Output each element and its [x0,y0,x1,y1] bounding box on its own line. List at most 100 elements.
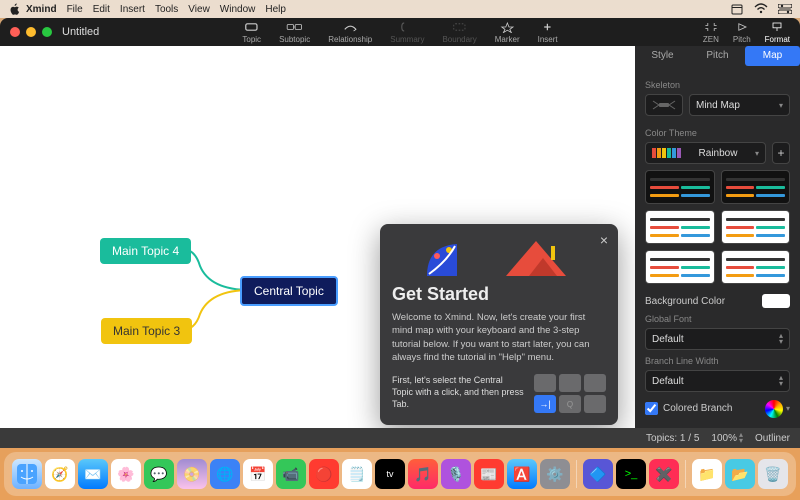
theme-preset[interactable] [645,210,715,244]
traffic-lights [10,27,52,37]
node-central-topic[interactable]: Central Topic [240,276,338,306]
label-global-font: Global Font [645,314,790,324]
status-outliner-button[interactable]: Outliner [755,433,790,444]
dock-trash-icon[interactable]: 🗑️ [758,459,788,489]
toolbar-format[interactable]: Format [765,21,790,44]
background-color-swatch[interactable] [762,294,790,308]
global-font-select[interactable]: Default▴▾ [645,328,790,350]
dock-tv-icon[interactable]: tv [375,459,405,489]
window-minimize-button[interactable] [26,27,36,37]
label-branch-line-width: Branch Line Width [645,356,790,366]
add-theme-button[interactable]: + [772,142,790,164]
color-theme-select[interactable]: Rainbow▾ [645,142,766,164]
toolbar-relationship[interactable]: Relationship [328,21,372,44]
stepper-arrows-icon: ▴▾ [779,333,783,345]
menubar-file[interactable]: File [67,4,83,15]
menubar-app-name[interactable]: Xmind [26,4,57,15]
dock-app-icon[interactable]: 🧭 [45,459,75,489]
theme-preset[interactable] [645,250,715,284]
window-titlebar: Untitled Topic Subtopic Relationship Sum… [0,18,800,46]
tab-map[interactable]: Map [745,46,800,66]
key-blank [584,395,606,413]
panel-tabs: Style Pitch Map [635,46,800,66]
dock-app-icon[interactable]: 🗒️ [342,459,372,489]
skeleton-thumbnail[interactable] [645,94,683,116]
theme-preset[interactable] [721,170,791,204]
dock-app-icon[interactable]: 🔷 [583,459,613,489]
dock-facetime-icon[interactable]: 📹 [276,459,306,489]
popup-title: Get Started [392,284,606,305]
menubar-insert[interactable]: Insert [120,4,145,15]
key-blank: Q [559,395,581,413]
toolbar-summary: Summary [390,21,424,44]
theme-preset[interactable] [645,170,715,204]
stepper-arrows-icon: ▴▾ [779,375,783,387]
toolbar-right-group: ZEN Pitch Format [703,21,790,44]
menubar-date-icon[interactable] [730,2,744,16]
format-panel: Style Pitch Map Skeleton Mind Map▾ Color… [635,46,800,428]
dock-calendar-icon[interactable]: 📅 [243,459,273,489]
dock-news-icon[interactable]: 📰 [474,459,504,489]
dock-terminal-icon[interactable]: >_ [616,459,646,489]
popup-step-text: First, let's select the Central Topic wi… [392,374,526,410]
dock-app-icon[interactable]: 📀 [177,459,207,489]
stepper-arrows-icon: ▴▾ [739,432,743,444]
dock-folder-icon[interactable]: 📁 [692,459,722,489]
status-zoom[interactable]: 100%▴▾ [711,432,743,444]
macos-menubar: Xmind File Edit Insert Tools View Window… [0,0,800,18]
apple-logo-icon[interactable] [8,3,20,15]
dock-app-icon[interactable]: 🔴 [309,459,339,489]
tab-style[interactable]: Style [635,46,690,66]
key-blank [534,374,556,392]
colored-branch-checkbox[interactable]: Colored Branch [645,402,732,415]
tab-pitch[interactable]: Pitch [690,46,745,66]
toolbar-pitch[interactable]: Pitch [733,21,751,44]
menubar-window[interactable]: Window [220,4,256,15]
dock-finder-icon[interactable] [12,459,42,489]
status-topics-count: Topics: 1 / 5 [646,433,699,444]
menubar-help[interactable]: Help [265,4,286,15]
toolbar-marker[interactable]: Marker [495,21,520,44]
toolbar-boundary: Boundary [442,21,476,44]
branch-width-select[interactable]: Default▴▾ [645,370,790,392]
dock-music-icon[interactable]: 🎵 [408,459,438,489]
theme-preset[interactable] [721,250,791,284]
theme-preset[interactable] [721,210,791,244]
dock-settings-icon[interactable]: ⚙️ [540,459,570,489]
dock-folder-icon[interactable]: 📂 [725,459,755,489]
label-background-color: Background Color [645,296,725,307]
toolbar-insert[interactable]: Insert [538,21,558,44]
workarea: Central Topic Main Topic 4 Main Topic 3 … [0,46,800,428]
label-color-theme: Color Theme [645,128,790,138]
window-zoom-button[interactable] [42,27,52,37]
dock-chrome-icon[interactable]: 🌐 [210,459,240,489]
branch-color-picker[interactable] [765,400,783,418]
window-close-button[interactable] [10,27,20,37]
node-main-topic-3[interactable]: Main Topic 3 [101,318,192,344]
menubar-edit[interactable]: Edit [93,4,110,15]
menubar-view[interactable]: View [188,4,210,15]
toolbar-topic[interactable]: Topic [242,21,261,44]
toolbar-zen[interactable]: ZEN [703,21,719,44]
dock-photos-icon[interactable]: 🌸 [111,459,141,489]
document-title: Untitled [62,26,99,38]
dock-xmind-icon[interactable]: ✖️ [649,459,679,489]
app-window: Untitled Topic Subtopic Relationship Sum… [0,18,800,448]
toolbar-subtopic[interactable]: Subtopic [279,21,310,44]
macos-dock: 🧭 ✉️ 🌸 💬 📀 🌐 📅 📹 🔴 🗒️ tv 🎵 🎙️ 📰 🅰️ ⚙️ 🔷 … [4,452,796,496]
chevron-down-icon: ▾ [779,101,783,110]
dock-mail-icon[interactable]: ✉️ [78,459,108,489]
dock-appstore-icon[interactable]: 🅰️ [507,459,537,489]
menubar-control-center-icon[interactable] [778,2,792,16]
menubar-tools[interactable]: Tools [155,4,178,15]
key-blank [559,374,581,392]
mindmap-canvas[interactable]: Central Topic Main Topic 4 Main Topic 3 … [0,46,635,428]
dock-messages-icon[interactable]: 💬 [144,459,174,489]
popup-illustration [392,236,606,276]
theme-preset-grid [645,170,790,284]
popup-body: Welcome to Xmind. Now, let's create your… [392,311,606,364]
dock-podcasts-icon[interactable]: 🎙️ [441,459,471,489]
menubar-wifi-icon[interactable] [754,2,768,16]
node-main-topic-4[interactable]: Main Topic 4 [100,238,191,264]
skeleton-select[interactable]: Mind Map▾ [689,94,790,116]
